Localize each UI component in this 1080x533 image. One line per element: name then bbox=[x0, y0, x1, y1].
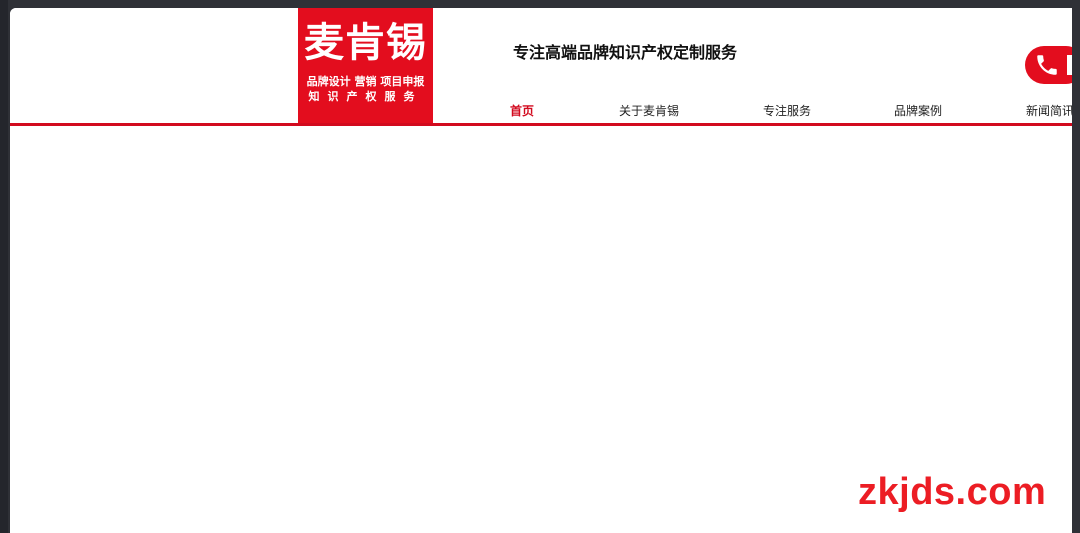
phone-icon bbox=[1037, 55, 1057, 75]
nav-item-services[interactable]: 专注服务 bbox=[763, 100, 811, 122]
nav-item-about[interactable]: 关于麦肯锡 bbox=[619, 100, 679, 122]
watermark-text: zkjds.com bbox=[858, 471, 1047, 513]
main-nav: 首页 关于麦肯锡 专注服务 品牌案例 新闻简讯 bbox=[10, 100, 1072, 122]
phone-contact-button[interactable] bbox=[1025, 46, 1072, 84]
logo-main-text: 麦肯锡 bbox=[304, 19, 427, 66]
nav-item-news[interactable]: 新闻简讯 bbox=[1026, 100, 1072, 122]
logo-tagline-1: 品牌设计 营销 项目申报 bbox=[306, 75, 425, 88]
nav-item-home[interactable]: 首页 bbox=[510, 100, 534, 122]
site-header: 麦肯锡 品牌设计 营销 项目申报 知识产权服务 专注高端品牌知识产权定制服务 首… bbox=[10, 8, 1072, 126]
phone-number-box bbox=[1067, 55, 1072, 75]
header-divider bbox=[10, 123, 1072, 126]
window-left-edge bbox=[0, 0, 8, 533]
header-slogan: 专注高端品牌知识产权定制服务 bbox=[513, 43, 738, 62]
web-page: 麦肯锡 品牌设计 营销 项目申报 知识产权服务 专注高端品牌知识产权定制服务 首… bbox=[10, 8, 1072, 533]
nav-item-cases[interactable]: 品牌案例 bbox=[894, 100, 942, 122]
